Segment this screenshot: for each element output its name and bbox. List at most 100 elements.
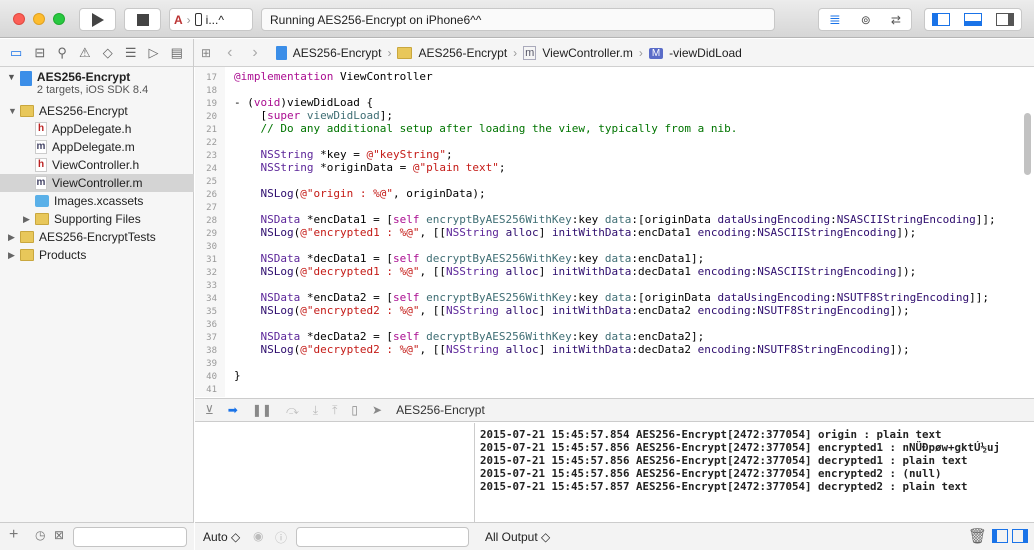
code-line: 23 NSString *key = @"keyString"; bbox=[195, 148, 996, 161]
console-line: 2015-07-21 15:45:57.857 AES256-Encrypt[2… bbox=[480, 480, 968, 493]
code-token: :encData2 bbox=[631, 304, 698, 317]
navigator-item-label: Supporting Files bbox=[54, 212, 141, 226]
version-editor-icon[interactable]: ⇄ bbox=[891, 13, 901, 27]
navigator-filter-input[interactable] bbox=[73, 527, 187, 547]
code-token: @"encrypted1 : %@" bbox=[300, 226, 420, 239]
editor-scrollbar[interactable] bbox=[1024, 113, 1031, 175]
toggle-navigator-icon[interactable] bbox=[932, 13, 950, 26]
disclosure-closed-icon[interactable]: ▶ bbox=[8, 250, 20, 261]
code-token: NSASCIIStringEncoding bbox=[836, 213, 976, 226]
minimize-window-button[interactable] bbox=[33, 13, 45, 25]
scheme-selector[interactable]: A › i...^ bbox=[169, 8, 253, 31]
disclosure-closed-icon[interactable]: ▶ bbox=[8, 232, 20, 243]
step-out-icon[interactable]: ⤒ bbox=[332, 403, 337, 418]
run-button[interactable] bbox=[79, 8, 116, 31]
zoom-window-button[interactable] bbox=[53, 13, 65, 25]
variables-scope-select[interactable]: Auto ◇ bbox=[203, 530, 240, 544]
show-variables-icon[interactable] bbox=[992, 529, 1008, 543]
code-token: :encData2]; bbox=[631, 330, 705, 343]
hierarchy-icon[interactable]: ⊟ bbox=[34, 45, 45, 61]
navigator-item[interactable]: m AppDelegate.m bbox=[0, 138, 194, 156]
report-icon[interactable]: ▤ bbox=[171, 45, 183, 61]
activity-status: Running AES256-Encrypt on iPhone6^^ bbox=[261, 8, 775, 31]
source-editor[interactable]: 17 @implementation ViewController 18 19- (v… bbox=[195, 67, 1034, 397]
location-icon[interactable]: ➤ bbox=[372, 403, 382, 417]
navigator-item[interactable]: ▼ AES256-Encrypt bbox=[0, 102, 194, 120]
pause-icon[interactable]: ❚❚ bbox=[252, 403, 272, 417]
code-token: NSString bbox=[445, 304, 499, 317]
navigator-item-label: ViewController.m bbox=[52, 176, 143, 190]
breakpoint-icon[interactable]: ▷ bbox=[149, 45, 159, 61]
stop-button[interactable] bbox=[124, 8, 161, 31]
jumpbar-group[interactable]: AES256-Encrypt bbox=[418, 46, 507, 60]
code-line: 26 NSLog(@"origin : %@", originData); bbox=[195, 187, 996, 200]
navigator-item[interactable]: ▶ AES256-EncryptTests bbox=[0, 228, 194, 246]
info-icon[interactable]: ⓘ bbox=[275, 529, 287, 546]
toggle-utilities-icon[interactable] bbox=[996, 13, 1014, 26]
breakpoints-toggle-icon[interactable]: ➡ bbox=[228, 403, 238, 417]
recent-files-icon[interactable]: ◷ bbox=[35, 528, 45, 542]
code-line: 30 bbox=[195, 239, 996, 252]
code-token: ]); bbox=[889, 304, 910, 317]
code-token: viewDidLoad bbox=[306, 109, 380, 122]
toggle-debug-area-icon[interactable] bbox=[964, 13, 982, 26]
jumpbar-method[interactable]: -viewDidLoad bbox=[669, 46, 742, 60]
code-token: :decData1 bbox=[631, 265, 698, 278]
code-token: ]); bbox=[896, 265, 917, 278]
navigator-item[interactable]: Images.xcassets bbox=[0, 192, 194, 210]
step-over-icon[interactable]: ⤼ bbox=[286, 403, 299, 418]
code-token: @"decrypted1 : %@" bbox=[300, 265, 420, 278]
console-output[interactable]: 2015-07-21 15:45:57.854 AES256-Encrypt[2… bbox=[476, 423, 1034, 522]
search-icon[interactable]: ⚲ bbox=[57, 45, 67, 61]
output-scope-select[interactable]: All Output ◇ bbox=[485, 530, 550, 544]
code-token: decryptByAES256WithKey bbox=[426, 252, 572, 265]
jumpbar-file[interactable]: ViewController.m bbox=[542, 46, 632, 60]
forward-button[interactable]: › bbox=[252, 44, 257, 62]
code-token: )viewDidLoad { bbox=[280, 96, 374, 109]
show-console-icon[interactable] bbox=[1012, 529, 1028, 543]
close-window-button[interactable] bbox=[13, 13, 25, 25]
trash-icon[interactable]: 🗑 bbox=[968, 527, 987, 545]
navigator-item[interactable]: ▶ Products bbox=[0, 246, 194, 264]
source-control-filter-icon[interactable]: ⊠ bbox=[54, 528, 64, 542]
quick-look-icon[interactable]: ◉ bbox=[253, 529, 263, 543]
iphone-icon bbox=[194, 13, 202, 26]
code-token: NSUTF8StringEncoding bbox=[757, 343, 890, 356]
jumpbar-project[interactable]: AES256-Encrypt bbox=[293, 46, 382, 60]
folder-icon[interactable]: ▭ bbox=[10, 45, 22, 61]
navigator-item[interactable]: m ViewController.m bbox=[0, 174, 194, 192]
debug-bar: ⊻ ➡ ❚❚ ⤼ ⤓ ⤒ ▯ ➤ AES256-Encrypt bbox=[195, 398, 1034, 422]
navigator-item[interactable]: h ViewController.h bbox=[0, 156, 194, 174]
navigator-item[interactable]: ▶ Supporting Files bbox=[0, 210, 194, 228]
code-token: self bbox=[392, 291, 420, 304]
project-row[interactable]: ▼ AES256-Encrypt 2 targets, iOS SDK 8.4 bbox=[0, 70, 194, 100]
code-token: dataUsingEncoding bbox=[717, 213, 831, 226]
view-debugger-icon[interactable]: ▯ bbox=[351, 403, 358, 417]
code-token: @implementation bbox=[234, 70, 334, 83]
add-icon[interactable]: + bbox=[9, 526, 18, 544]
warning-icon[interactable]: ⚠ bbox=[79, 45, 91, 61]
variables-filter-input[interactable] bbox=[296, 527, 469, 547]
assistant-editor-icon[interactable]: ⊚ bbox=[861, 13, 871, 27]
related-items-icon[interactable]: ⊞ bbox=[201, 46, 211, 60]
disclosure-open-icon[interactable]: ▼ bbox=[7, 72, 16, 82]
editor-mode-group[interactable]: ≣ ⊚ ⇄ bbox=[818, 8, 912, 31]
standard-editor-icon[interactable]: ≣ bbox=[829, 11, 841, 28]
code-token: @"origin : %@" bbox=[300, 187, 393, 200]
project-icon bbox=[19, 71, 32, 86]
back-button[interactable]: ‹ bbox=[227, 44, 232, 62]
disclosure-open-icon[interactable]: ▼ bbox=[8, 106, 20, 116]
hide-debug-area-icon[interactable]: ⊻ bbox=[205, 403, 214, 417]
asset-catalog-icon bbox=[35, 195, 49, 207]
view-toggle-group[interactable] bbox=[924, 8, 1022, 31]
step-into-icon[interactable]: ⤓ bbox=[313, 403, 318, 418]
debug-list-icon[interactable]: ☰ bbox=[125, 45, 137, 61]
test-diamond-icon[interactable]: ◇ bbox=[103, 45, 113, 61]
code-line: 37 NSData *decData2 = [self decryptByAES… bbox=[195, 330, 996, 343]
disclosure-closed-icon[interactable]: ▶ bbox=[23, 214, 35, 225]
console-line: 2015-07-21 15:45:57.856 AES256-Encrypt[2… bbox=[480, 467, 942, 480]
code-token: NSASCIIStringEncoding bbox=[757, 265, 897, 278]
code-token: NSString bbox=[234, 161, 314, 174]
code-line: 38 NSLog(@"decrypted2 : %@", [[NSString … bbox=[195, 343, 996, 356]
navigator-item[interactable]: h AppDelegate.h bbox=[0, 120, 194, 138]
